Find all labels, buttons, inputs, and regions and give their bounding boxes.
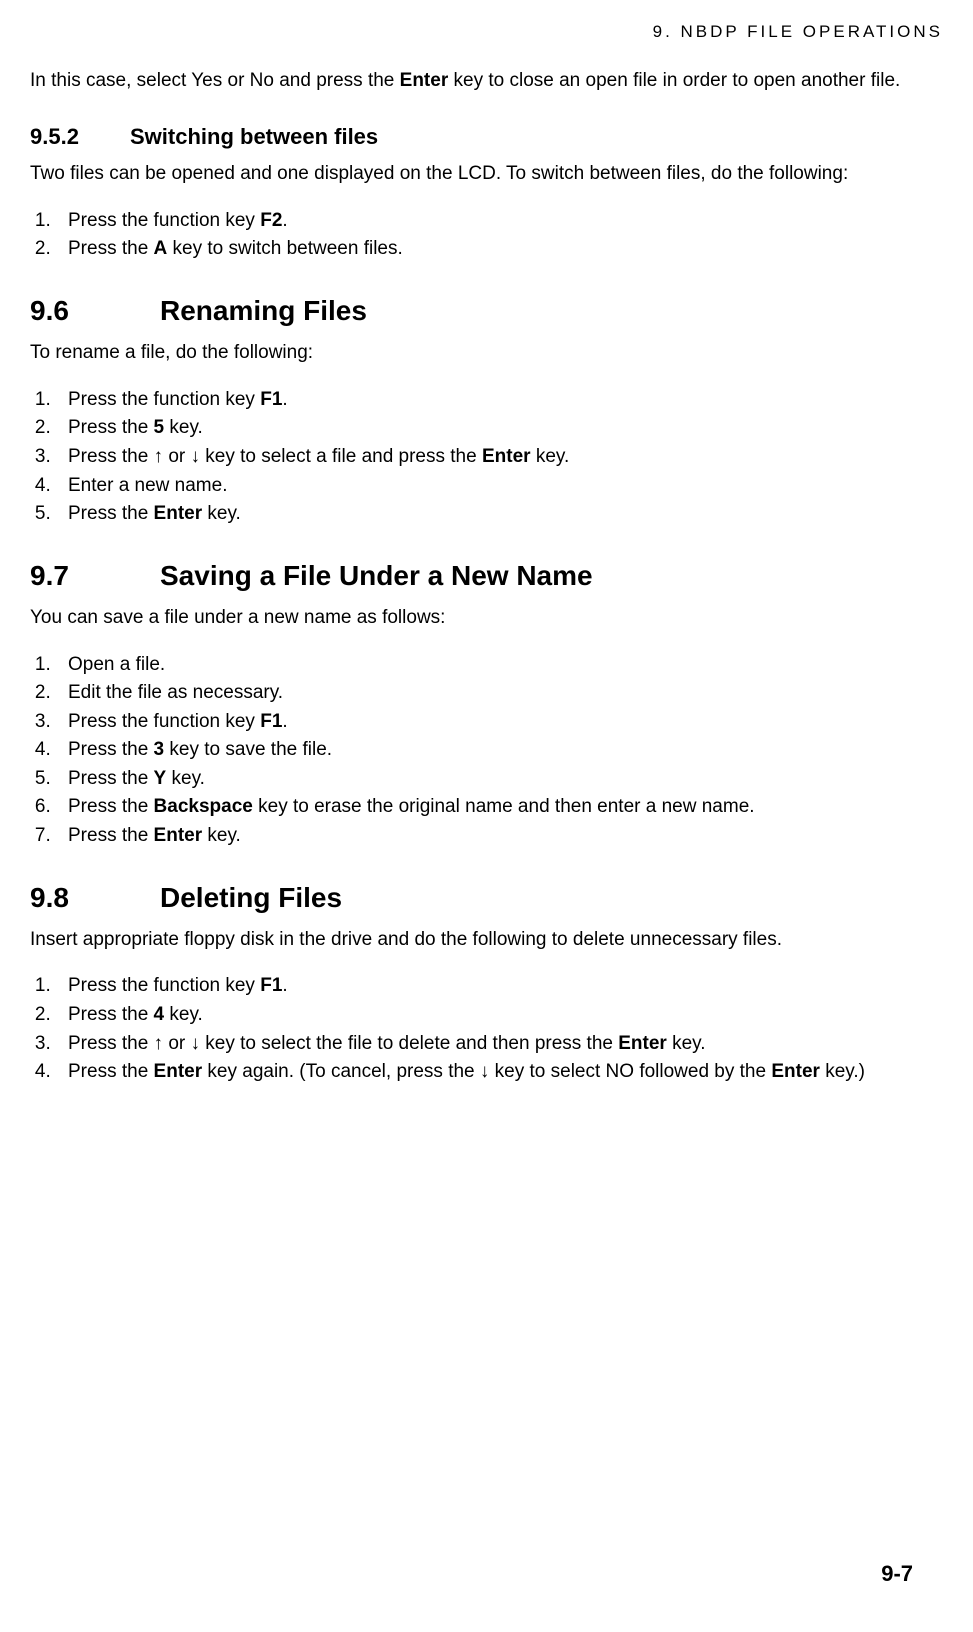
text: Press the — [68, 739, 154, 760]
text: Press the ↑ or ↓ key to select the file … — [68, 1033, 618, 1054]
list-item: Press the Enter key again. (To cancel, p… — [56, 1059, 943, 1086]
list-item: Press the 3 key to save the file. — [56, 737, 943, 764]
list-item: Press the ↑ or ↓ key to select the file … — [56, 1031, 943, 1058]
list-item: Press the 4 key. — [56, 1002, 943, 1029]
text: Press the function key — [68, 975, 260, 996]
list-item: Press the ↑ or ↓ key to select a file an… — [56, 444, 943, 471]
heading-9-8: 9.8Deleting Files — [30, 878, 943, 917]
heading-title: Renaming Files — [160, 295, 367, 326]
text: Press the — [68, 1061, 154, 1082]
key-enter: Enter — [154, 503, 203, 524]
text: key. — [164, 1004, 203, 1025]
key-enter: Enter — [154, 825, 203, 846]
heading-9-7: 9.7Saving a File Under a New Name — [30, 556, 943, 595]
key-f1: F1 — [260, 711, 282, 732]
section-intro: To rename a file, do the following: — [30, 340, 943, 367]
heading-9-5-2: 9.5.2Switching between files — [30, 122, 943, 153]
text: key. — [531, 446, 570, 467]
section-intro: You can save a file under a new name as … — [30, 605, 943, 632]
text: key. — [164, 417, 203, 438]
list-item: Edit the file as necessary. — [56, 680, 943, 707]
text: . — [282, 389, 287, 410]
text: key. — [166, 768, 205, 789]
key-a: A — [154, 238, 168, 259]
key-enter: Enter — [400, 70, 449, 91]
list-item: Enter a new name. — [56, 473, 943, 500]
text: Press the ↑ or ↓ key to select a file an… — [68, 446, 482, 467]
text: Press the — [68, 417, 154, 438]
text: Press the — [68, 503, 154, 524]
text: key. — [202, 825, 241, 846]
list-item: Press the function key F1. — [56, 709, 943, 736]
key-f1: F1 — [260, 389, 282, 410]
text: key to erase the original name and then … — [253, 796, 755, 817]
steps-list-952: Press the function key F2. Press the A k… — [30, 208, 943, 263]
text: key to close an open file in order to op… — [448, 70, 900, 91]
running-header: 9. NBDP FILE OPERATIONS — [30, 20, 943, 44]
text: key to switch between files. — [167, 238, 403, 259]
key-4: 4 — [154, 1004, 165, 1025]
text: . — [282, 975, 287, 996]
list-item: Press the Enter key. — [56, 823, 943, 850]
list-item: Press the Enter key. — [56, 501, 943, 528]
key-enter: Enter — [482, 446, 531, 467]
text: Press the — [68, 238, 154, 259]
page-number: 9-7 — [881, 1559, 913, 1590]
list-item: Press the function key F1. — [56, 973, 943, 1000]
list-item: Press the 5 key. — [56, 415, 943, 442]
text: key. — [667, 1033, 706, 1054]
key-enter: Enter — [154, 1061, 203, 1082]
key-3: 3 — [154, 739, 165, 760]
text: Press the — [68, 796, 154, 817]
list-item: Press the function key F2. — [56, 208, 943, 235]
heading-number: 9.7 — [30, 556, 160, 595]
list-item: Open a file. — [56, 652, 943, 679]
key-enter: Enter — [618, 1033, 667, 1054]
section-intro: Two files can be opened and one displaye… — [30, 161, 943, 188]
heading-number: 9.6 — [30, 291, 160, 330]
key-y: Y — [154, 768, 167, 789]
key-backspace: Backspace — [154, 796, 253, 817]
section-intro: Insert appropriate floppy disk in the dr… — [30, 927, 943, 954]
list-item: Press the function key F1. — [56, 387, 943, 414]
heading-number: 9.5.2 — [30, 122, 130, 153]
text: Press the function key — [68, 389, 260, 410]
heading-title: Saving a File Under a New Name — [160, 560, 593, 591]
heading-title: Switching between files — [130, 124, 378, 149]
steps-list-97: Open a file. Edit the file as necessary.… — [30, 652, 943, 850]
key-5: 5 — [154, 417, 165, 438]
list-item: Press the A key to switch between files. — [56, 236, 943, 263]
text: Press the — [68, 768, 154, 789]
text: . — [282, 210, 287, 231]
text: Press the function key — [68, 711, 260, 732]
text: Press the — [68, 1004, 154, 1025]
intro-paragraph: In this case, select Yes or No and press… — [30, 68, 943, 95]
heading-number: 9.8 — [30, 878, 160, 917]
steps-list-98: Press the function key F1. Press the 4 k… — [30, 973, 943, 1085]
text: In this case, select Yes or No and press… — [30, 70, 400, 91]
key-f1: F1 — [260, 975, 282, 996]
text: Press the function key — [68, 210, 260, 231]
text: key.) — [820, 1061, 865, 1082]
list-item: Press the Y key. — [56, 766, 943, 793]
text: key to save the file. — [164, 739, 332, 760]
heading-title: Deleting Files — [160, 882, 342, 913]
text: . — [282, 711, 287, 732]
text: key again. (To cancel, press the ↓ key t… — [202, 1061, 771, 1082]
key-enter: Enter — [771, 1061, 820, 1082]
key-f2: F2 — [260, 210, 282, 231]
list-item: Press the Backspace key to erase the ori… — [56, 794, 943, 821]
text: Press the — [68, 825, 154, 846]
heading-9-6: 9.6Renaming Files — [30, 291, 943, 330]
steps-list-96: Press the function key F1. Press the 5 k… — [30, 387, 943, 528]
text: key. — [202, 503, 241, 524]
